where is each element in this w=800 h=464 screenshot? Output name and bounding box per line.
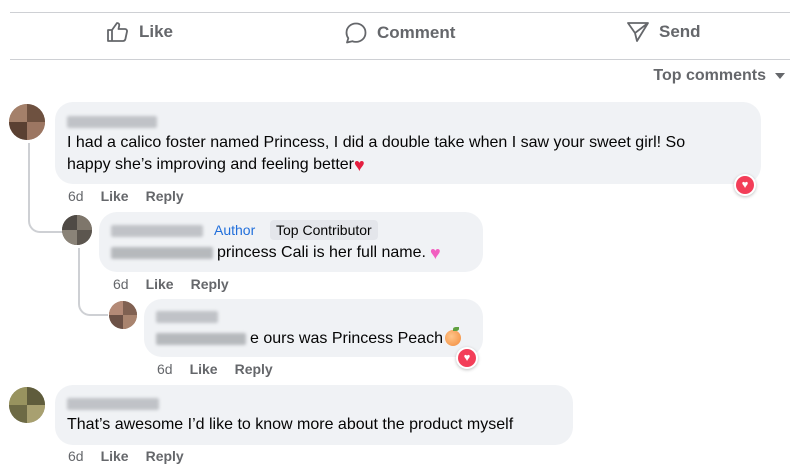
like-icon [106,21,130,43]
comment-reply-link[interactable]: Reply [191,276,229,292]
author-name-redacted [67,398,159,410]
love-reaction-badge[interactable]: ♥ [734,174,756,196]
author-name-redacted [111,225,203,237]
comment-bubble: e ours was Princess Peach [144,299,483,357]
comment-time[interactable]: 6d [68,188,84,204]
comment-text-line: happy she’s improving and feeling better… [67,154,365,176]
comment-text: e ours was Princess Peach [250,330,443,347]
comment-reply-link[interactable]: Reply [146,188,184,204]
comment-actions: 6d Like Reply [113,276,229,292]
comment-reply-link[interactable]: Reply [146,448,184,464]
comment-button[interactable]: Comment [344,21,455,45]
author-name-redacted [67,116,157,128]
avatar[interactable] [62,215,92,245]
comment-text-line: That’s awesome I’d like to know more abo… [67,416,514,433]
comment-text-line: I had a calico foster named Princess, I … [67,134,686,151]
comment-actions: 6d Like Reply [68,188,184,204]
avatar[interactable] [9,104,45,140]
comment-like-link[interactable]: Like [146,276,174,292]
comment-bubble: I had a calico foster named Princess, I … [55,102,761,184]
like-button[interactable]: Like [106,21,173,43]
love-reaction-icon: ♥ [458,349,476,367]
comment-button-label: Comment [377,23,456,42]
send-button-label: Send [659,22,701,41]
love-reaction-icon: ♥ [736,176,754,194]
peach-emoji [444,327,461,346]
top-contributor-badge: Top Contributor [270,220,378,240]
pink-heart-emoji: ♥ [429,243,441,263]
comment-bubble: That’s awesome I’d like to know more abo… [55,385,573,445]
comment-bubble: Author Top Contributor princess Cali is … [99,212,483,272]
comment-reply-link[interactable]: Reply [235,361,273,377]
send-button[interactable]: Send [626,21,701,43]
red-heart-emoji: ♥ [354,155,365,175]
comment-actions: 6d Like Reply [157,361,273,377]
comment-time[interactable]: 6d [157,361,173,377]
sort-label: Top comments [653,67,766,84]
comment-text-line: e ours was Princess Peach [156,327,461,350]
comment-text-end: happy she’s improving and feeling better [67,156,354,173]
comment-text-line: princess Cali is her full name. ♥ [111,242,441,264]
comment-like-link[interactable]: Like [101,448,129,464]
bottom-divider [10,59,790,60]
love-reaction-badge[interactable]: ♥ [456,347,478,369]
avatar[interactable] [9,387,45,423]
comment-like-link[interactable]: Like [101,188,129,204]
comment-icon [344,21,368,45]
author-badge: Author [214,222,256,238]
comment-like-link[interactable]: Like [190,361,218,377]
caret-down-icon [774,67,786,85]
post-action-bar: Like Comment Send [0,13,800,59]
comment-time[interactable]: 6d [113,276,129,292]
comment-time[interactable]: 6d [68,448,84,464]
author-name-redacted [156,311,218,323]
mention-redacted [111,246,213,259]
comment-actions: 6d Like Reply [68,448,184,464]
like-button-label: Like [139,22,174,41]
mention-redacted [156,332,246,345]
comment-sort-dropdown[interactable]: Top comments [653,67,786,85]
comment-text: princess Cali is her full name. [217,244,426,261]
avatar[interactable] [109,301,137,329]
send-icon [626,21,650,43]
